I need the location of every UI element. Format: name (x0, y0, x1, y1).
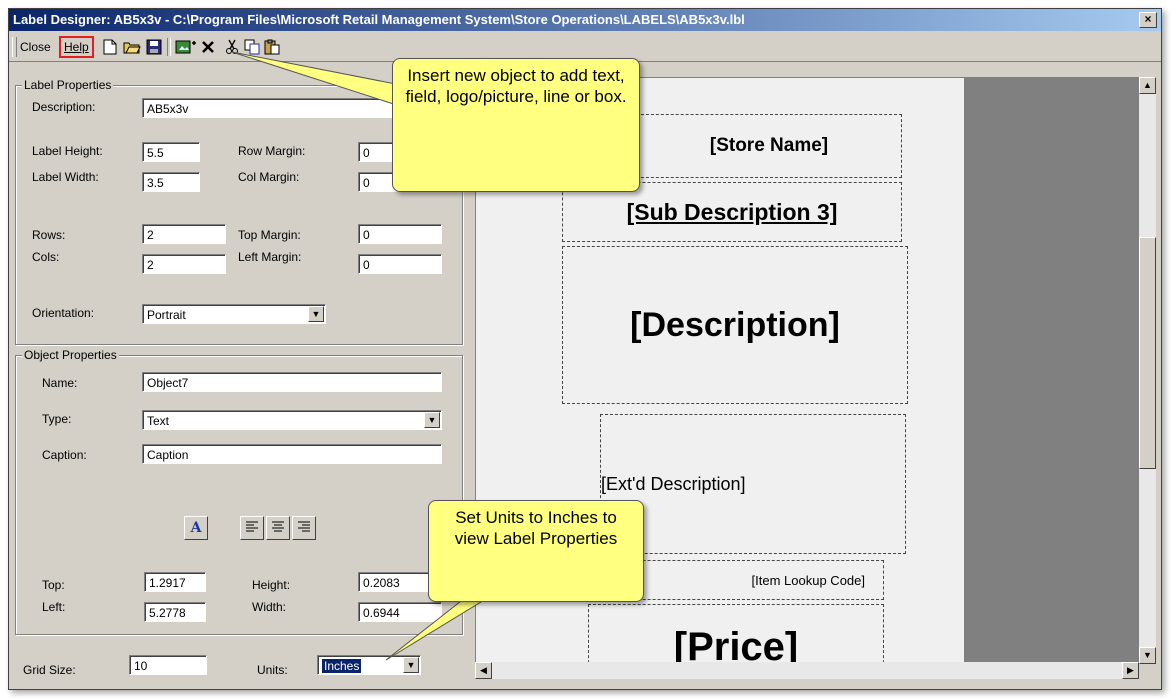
insert-object-callout: Insert new object to add text, field, lo… (392, 58, 640, 192)
set-units-callout: Set Units to Inches to view Label Proper… (428, 500, 644, 602)
set-units-callout-text: Set Units to Inches to view Label Proper… (454, 508, 618, 548)
insert-object-callout-text: Insert new object to add text, field, lo… (405, 66, 627, 106)
